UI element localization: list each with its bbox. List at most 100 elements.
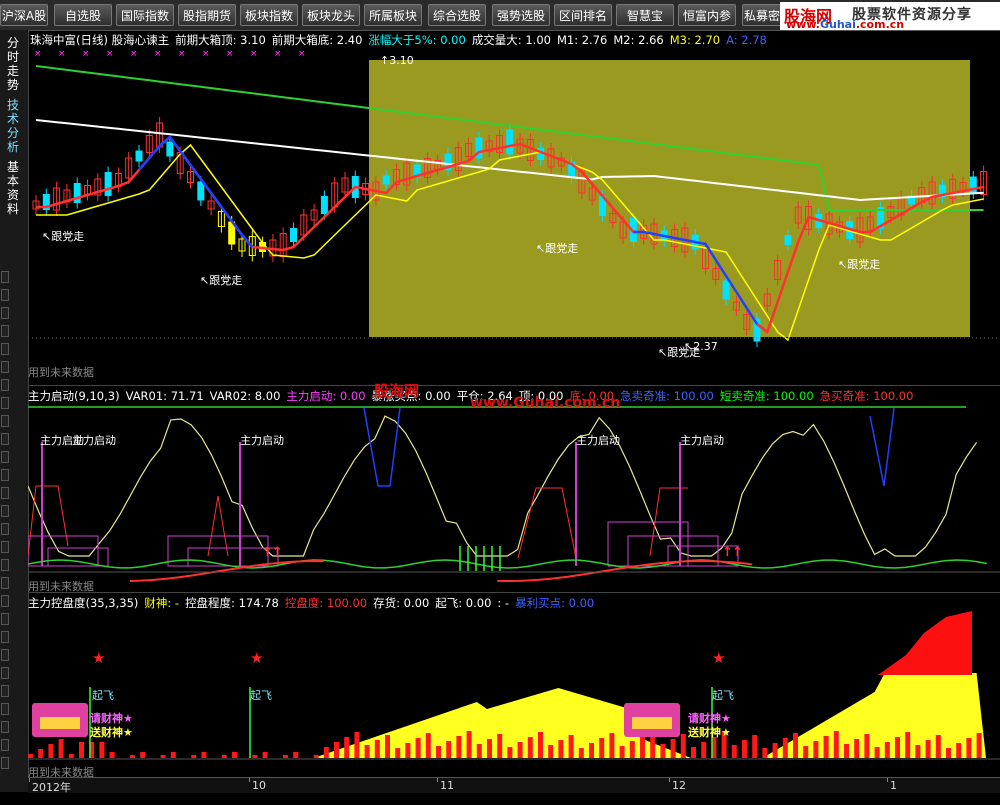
red-bar (487, 739, 492, 758)
red-bar (507, 747, 513, 758)
red-bar (374, 740, 380, 758)
candle-body (135, 150, 143, 162)
red-bar (548, 745, 554, 758)
control-degree-panel[interactable]: ★ ★ ★ 主力控盘度(35,3,35) 财神: - 控盘程度: 174.78 控盘度: … (28, 593, 1000, 779)
red-bar (782, 738, 788, 758)
star-mark: ★ (250, 649, 263, 667)
red-bar (456, 736, 462, 758)
candle-body (290, 228, 297, 242)
signal-label: ↖跟党走 (658, 346, 701, 359)
red-bar (58, 739, 64, 758)
red-bar (497, 734, 503, 758)
marker-x: × (34, 49, 42, 59)
main-force-chart[interactable]: ↑ ↑ ↑ ↑ (28, 386, 1000, 592)
indicator-value: 主力启动: 0.00 (286, 389, 366, 403)
indicator-value: 控盘度: 100.00 (284, 596, 368, 610)
indicator-value: 存货: 0.00 (373, 596, 430, 610)
side-tab-bar: 分时走势 技术分析 基本资料 (0, 30, 29, 792)
indicator-value: 前期大箱底: 2.40 (271, 33, 363, 47)
indicator-value: 短卖奇准: 100.00 (719, 389, 814, 403)
menu-button[interactable]: 自选股 (54, 4, 112, 26)
price-chart-header: 珠海中富(日线) 股海心谏主 前期大箱顶: 3.10 前期大箱底: 2.40 涨幅大于… (30, 32, 773, 48)
red-bar (201, 752, 207, 758)
menu-button[interactable]: 股指期货 (178, 4, 236, 26)
tab-fundamentals[interactable]: 基本资料 (7, 160, 21, 216)
marker-x: × (130, 49, 138, 59)
menu-button[interactable]: 所属板块 (364, 4, 422, 26)
indicator-value: M1: 2.76 (556, 33, 608, 47)
side-tool-icons[interactable] (0, 265, 9, 805)
red-bar (742, 740, 747, 758)
red-bar (701, 742, 707, 758)
red-bar (425, 733, 431, 758)
indicator-value: 珠海中富(日线) 股海心谏主 (30, 33, 170, 47)
red-bar (691, 747, 696, 758)
menu-button[interactable]: 私募密 (742, 4, 782, 26)
red-bar (232, 752, 237, 758)
red-arrow: ↑ (732, 545, 743, 560)
date-tick: 2012年 (32, 781, 71, 794)
candle-body (166, 141, 174, 157)
red-bar (803, 746, 809, 758)
price-chart-panel[interactable]: × × × × × × × × × × × × 珠海中富(日线) 股海心谏主 前期大箱顶: 3.10 前期… (28, 30, 1000, 385)
trend-blue-line (138, 135, 254, 248)
price-chart[interactable]: × × × × × × × × × × × × (28, 30, 1000, 385)
menu-button[interactable]: 板块指数 (240, 4, 298, 26)
red-bar (109, 752, 115, 758)
date-tick: 1 (890, 779, 897, 792)
red-bar (772, 743, 778, 758)
red-bar (793, 733, 798, 758)
takeoff-label: 起飞 (250, 689, 272, 702)
indicator-value: 起飞: 0.00 (435, 596, 492, 610)
date-tick: 11 (440, 779, 454, 792)
red-bar (915, 745, 921, 758)
candle-body (722, 280, 730, 300)
magenta-step (607, 521, 689, 567)
candle-body (320, 196, 328, 214)
red-bar (395, 748, 401, 758)
red-arrow: ↑ (272, 545, 283, 560)
star-mark: ★ (712, 649, 725, 667)
menu-button[interactable]: 恒富内参 (678, 4, 736, 26)
main-force-panel[interactable]: ↑ ↑ ↑ ↑ 主力启动(9,10,3) VAR01: 71.71 VAR02: 8.00… (28, 386, 1000, 593)
red-bar (925, 740, 931, 758)
bottom-green-line (28, 559, 987, 569)
red-bar (640, 736, 645, 758)
yellow-area (28, 673, 986, 758)
candle-body (784, 235, 792, 245)
magenta-step (167, 535, 269, 567)
red-bar (538, 732, 543, 758)
red-bar (884, 742, 890, 758)
menu-button[interactable]: 强势选股 (492, 4, 550, 26)
control-degree-chart[interactable]: ★ ★ ★ (28, 593, 1000, 777)
box-top-label: ↑3.10 (380, 54, 414, 67)
badge-inner (40, 717, 80, 729)
candle-body (197, 181, 205, 201)
marker-x: × (154, 49, 162, 59)
menu-button[interactable]: 板块龙头 (302, 4, 360, 26)
indicator-value: A: 2.78 (726, 33, 767, 47)
red-bar (833, 731, 839, 758)
menu-button[interactable]: 综合选股 (428, 4, 486, 26)
red-bar (905, 732, 911, 758)
date-axis: 2012年 10 11 12 1 (28, 777, 1000, 794)
red-bar (99, 742, 105, 758)
marker-x: × (250, 49, 258, 59)
signal-label: ↖跟党走 (42, 230, 85, 243)
menu-button[interactable]: 区间排名 (554, 4, 612, 26)
launch-label: 主力启动 (680, 434, 724, 447)
menu-button[interactable]: 国际指数 (116, 4, 174, 26)
candle-body (104, 172, 112, 196)
red-bar (436, 746, 441, 758)
red-bar (79, 742, 84, 758)
menu-button[interactable]: 智慧宝 (616, 4, 674, 26)
future-data-note: 用到未来数据 (28, 366, 94, 379)
indicator-value: 暴利买点: 0.00 (515, 596, 595, 610)
red-bar (895, 737, 900, 758)
menu-button[interactable]: 沪深A股 (0, 4, 48, 26)
red-bar (28, 754, 33, 758)
red-bar (629, 741, 635, 758)
red-step (517, 487, 577, 559)
tab-technical[interactable]: 技术分析 (7, 98, 21, 154)
tab-intraday[interactable]: 分时走势 (7, 36, 21, 92)
